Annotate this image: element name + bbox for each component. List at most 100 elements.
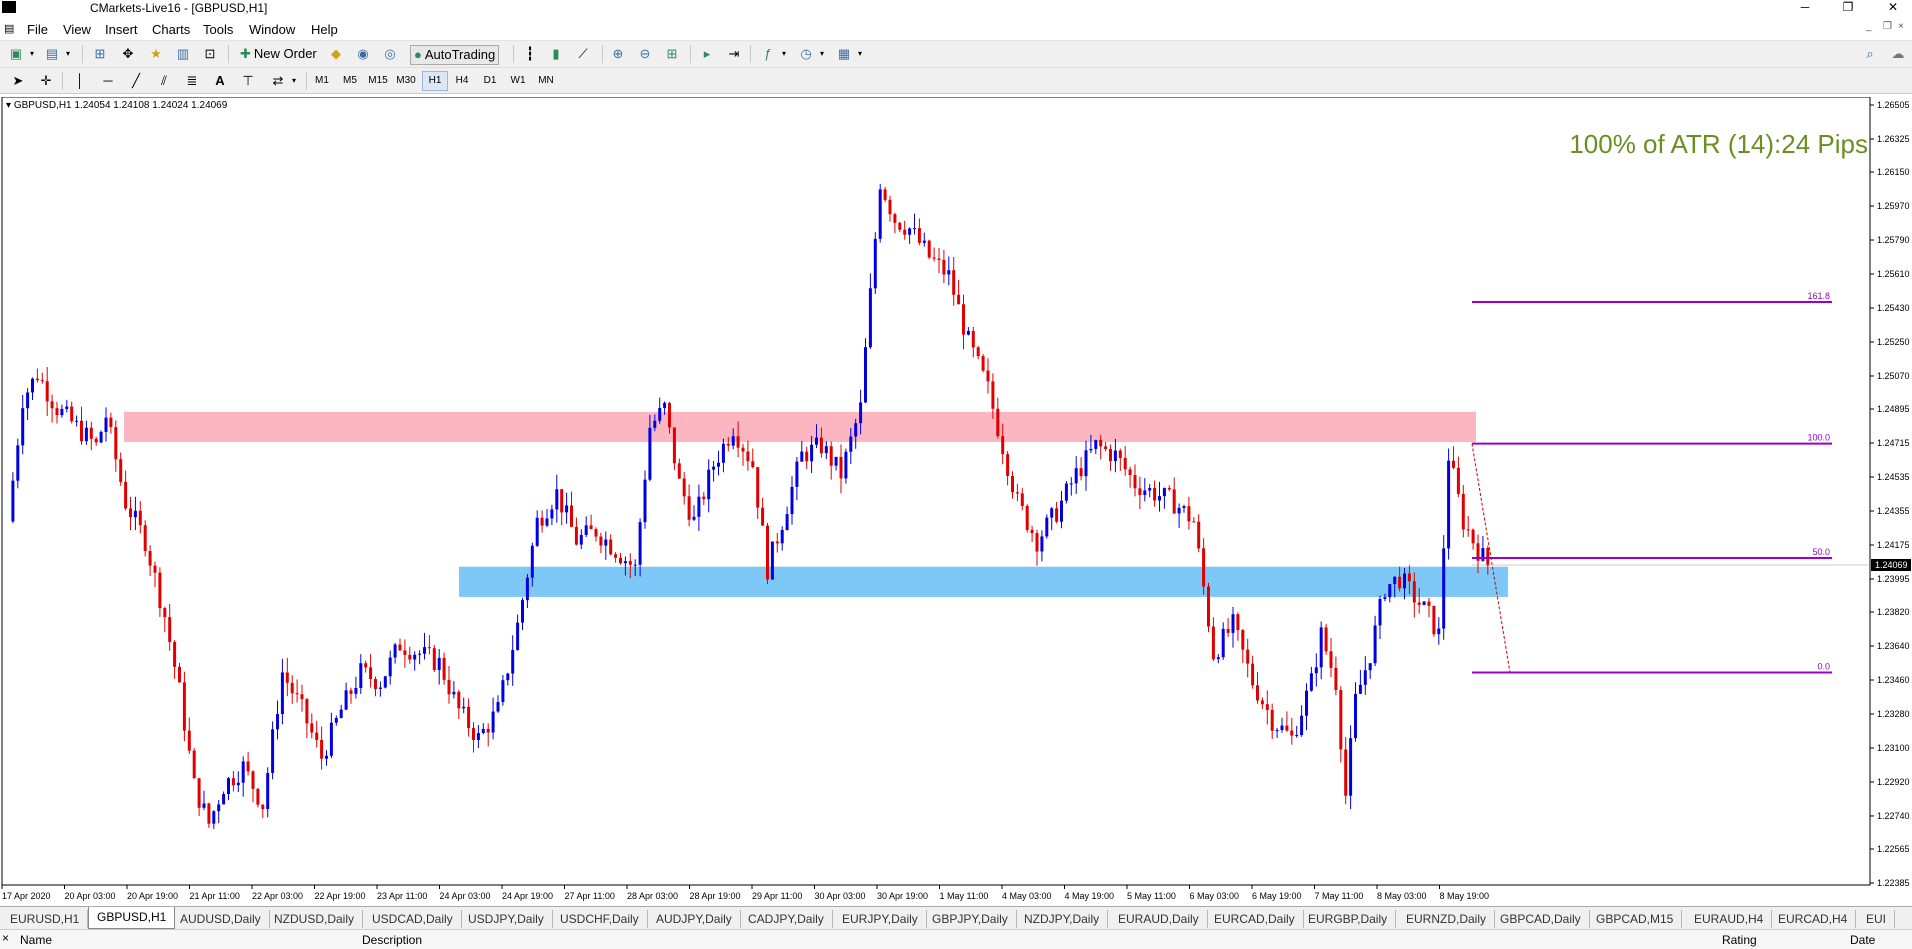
autotrading-button[interactable]: ● AutoTrading — [410, 45, 500, 65]
menu-charts[interactable]: Charts — [152, 22, 190, 37]
restore-button[interactable]: ❐ — [1833, 0, 1863, 14]
dropdown-arrow-icon[interactable]: ▾ — [850, 44, 870, 63]
auto-scroll-icon[interactable]: ▸ — [697, 44, 717, 63]
candle-body — [1280, 725, 1284, 731]
chart-tab-gbpcad-daily[interactable]: GBPCAD,Daily — [1492, 910, 1590, 928]
timeframe-m30[interactable]: M30 — [394, 72, 418, 90]
column-description[interactable]: Description — [362, 933, 422, 947]
chart-shift-icon[interactable]: ⇥ — [724, 44, 744, 63]
timeframe-w1[interactable]: W1 — [506, 72, 530, 90]
strategy-tester-icon[interactable]: ⊡ — [200, 44, 220, 63]
chart-tab-eurcad-daily[interactable]: EURCAD,Daily — [1206, 910, 1304, 928]
vertical-line-icon[interactable]: │ — [70, 71, 90, 90]
favorites-star-icon[interactable]: ★ — [146, 44, 166, 63]
bar-chart-icon[interactable]: ┇ — [520, 44, 540, 63]
y-tick-label: 1.25610 — [1877, 269, 1910, 279]
chart-menu-icon[interactable]: ▤ — [4, 22, 14, 35]
channel-icon[interactable]: ⫽ — [154, 71, 174, 90]
menu-window[interactable]: Window — [249, 22, 295, 37]
x-tick-label: 6 May 03:00 — [1190, 891, 1240, 901]
chart-tab-cadjpy-daily[interactable]: CADJPY,Daily — [740, 910, 833, 928]
timeframe-h4[interactable]: H4 — [450, 72, 474, 90]
dropdown-arrow-icon[interactable]: ▾ — [774, 44, 794, 63]
dropdown-arrow-icon[interactable]: ▾ — [58, 44, 78, 63]
chart-tab-eui[interactable]: EUI — [1858, 910, 1896, 928]
menu-insert[interactable]: Insert — [105, 22, 138, 37]
timeframe-mn[interactable]: MN — [534, 72, 558, 90]
column-rating[interactable]: Rating — [1722, 933, 1757, 947]
chart-tab-eurcad-h4[interactable]: EURCAD,H4 — [1770, 910, 1857, 928]
timeframe-d1[interactable]: D1 — [478, 72, 502, 90]
chart-window[interactable]: 161.8 100.0 50.0 0.0 1.26505 1.26325 1.26150 1… — [0, 97, 1912, 905]
mdi-close-button[interactable]: × — [1898, 21, 1904, 32]
price-chart[interactable]: 161.8 100.0 50.0 0.0 1.26505 1.26325 1.26150 1… — [0, 97, 1912, 905]
chart-tab-eurjpy-daily[interactable]: EURJPY,Daily — [834, 910, 927, 928]
terminal-icon[interactable]: ▥ — [173, 44, 193, 63]
line-chart-icon[interactable]: ⟋ — [573, 44, 593, 63]
crosshair-icon[interactable]: ✛ — [36, 71, 56, 90]
close-button[interactable]: ✕ — [1878, 0, 1908, 14]
menu-view[interactable]: View — [63, 22, 91, 37]
chart-tab-usdcad-daily[interactable]: USDCAD,Daily — [364, 910, 462, 928]
menu-file[interactable]: File — [27, 22, 48, 37]
zoom-out-icon[interactable]: ⊖ — [635, 44, 655, 63]
candle-body — [540, 517, 544, 526]
metaeditor-icon[interactable]: ◆ — [326, 44, 346, 63]
search-icon[interactable]: ⌕ — [1860, 44, 1880, 63]
candle-body — [1015, 492, 1019, 494]
chart-tab-usdchf-daily[interactable]: USDCHF,Daily — [552, 910, 648, 928]
candlestick-chart-icon[interactable]: ▮ — [546, 44, 566, 63]
navigator-icon[interactable]: ✥ — [118, 44, 138, 63]
mdi-restore-button[interactable]: ❐ — [1883, 21, 1892, 32]
candle-body — [1113, 450, 1117, 462]
candle-body — [1393, 576, 1397, 585]
chart-tab-eurusd-h1[interactable]: EURUSD,H1 — [2, 910, 89, 928]
chart-tab-audusd-daily[interactable]: AUDUSD,Daily — [172, 910, 270, 928]
market-watch-icon[interactable]: ⊞ — [90, 44, 110, 63]
dropdown-arrow-icon[interactable]: ▾ — [22, 44, 42, 63]
text-label-icon[interactable]: ⊤ — [238, 71, 258, 90]
y-tick-label: 1.24895 — [1877, 404, 1910, 414]
column-name[interactable]: Name — [20, 933, 52, 947]
chart-tab-audjpy-daily[interactable]: AUDJPY,Daily — [648, 910, 741, 928]
chart-tab-usdjpy-daily[interactable]: USDJPY,Daily — [460, 910, 553, 928]
chart-tab-euraud-daily[interactable]: EURAUD,Daily — [1110, 910, 1208, 928]
chart-tab-gbpusd-h1[interactable]: GBPUSD,H1 — [88, 907, 176, 929]
chart-tab-nzdusd-daily[interactable]: NZDUSD,Daily — [266, 910, 364, 928]
zoom-in-icon[interactable]: ⊕ — [608, 44, 628, 63]
terminal-close-icon[interactable]: × — [2, 931, 9, 945]
trendline-icon[interactable]: ╱ — [126, 71, 146, 90]
chart-tab-eurgbp-daily[interactable]: EURGBP,Daily — [1300, 910, 1397, 928]
radar-icon[interactable]: ◎ — [380, 44, 400, 63]
dropdown-arrow-icon[interactable]: ▾ — [284, 71, 304, 90]
chat-icon[interactable]: ☁ — [1888, 44, 1908, 63]
timeframe-m15[interactable]: M15 — [366, 72, 390, 90]
candle-body — [570, 505, 573, 527]
candle-body — [1177, 507, 1181, 514]
text-icon[interactable]: A — [210, 71, 230, 90]
timeframe-h1[interactable]: H1 — [422, 71, 448, 91]
cursor-icon[interactable]: ➤ — [8, 71, 28, 90]
chart-tab-gbpcad-m15[interactable]: GBPCAD,M15 — [1588, 910, 1683, 928]
chart-tab-nzdjpy-daily[interactable]: NZDJPY,Daily — [1016, 910, 1109, 928]
minimize-button[interactable]: ─ — [1790, 0, 1820, 14]
fibonacci-icon[interactable]: ≣ — [182, 71, 202, 90]
horizontal-line-icon[interactable]: ─ — [98, 71, 118, 90]
menu-help[interactable]: Help — [311, 22, 338, 37]
dropdown-arrow-icon[interactable]: ▾ — [812, 44, 832, 63]
timeframe-m5[interactable]: M5 — [338, 72, 362, 90]
new-order-button[interactable]: ✚ New Order — [240, 45, 317, 63]
mdi-minimize-button[interactable]: _ — [1866, 21, 1872, 32]
menu-tools[interactable]: Tools — [203, 22, 233, 37]
chart-tab-eurnzd-daily[interactable]: EURNZD,Daily — [1398, 910, 1496, 928]
x-tick-label: 20 Apr 19:00 — [127, 891, 178, 901]
candle-body — [241, 761, 245, 783]
candle-body — [898, 222, 902, 230]
candle-body — [957, 294, 961, 305]
chart-tab-gbpjpy-daily[interactable]: GBPJPY,Daily — [924, 910, 1017, 928]
column-date[interactable]: Date — [1850, 933, 1875, 947]
tile-windows-icon[interactable]: ⊞ — [662, 44, 682, 63]
signals-icon[interactable]: ◉ — [353, 44, 373, 63]
timeframe-m1[interactable]: M1 — [310, 72, 334, 90]
chart-tab-euraud-h4[interactable]: EURAUD,H4 — [1686, 910, 1773, 928]
